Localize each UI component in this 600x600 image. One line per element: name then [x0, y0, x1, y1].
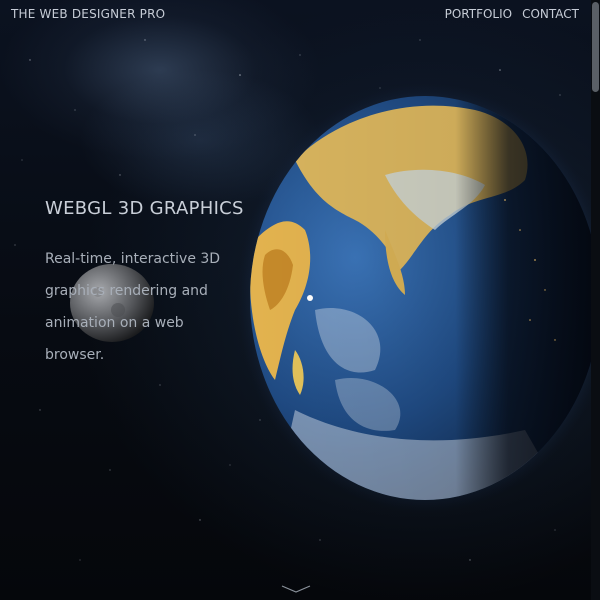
earth-illustration — [237, 83, 600, 513]
site-brand[interactable]: THE WEB DESIGNER PRO — [11, 7, 165, 21]
earth-globe — [235, 80, 600, 520]
scrollbar-thumb[interactable] — [592, 2, 599, 92]
main-nav: PORTFOLIO CONTACT — [445, 7, 579, 21]
chevron-down-icon[interactable] — [280, 584, 312, 594]
hero-title: WEBGL 3D GRAPHICS — [45, 198, 244, 219]
page-scrollbar[interactable] — [591, 0, 600, 600]
nav-contact-link[interactable]: CONTACT — [522, 7, 579, 21]
hero-page: THE WEB DESIGNER PRO PORTFOLIO CONTACT W… — [0, 0, 600, 600]
hero-description: Real-time, interactive 3D graphics rende… — [45, 251, 221, 363]
nav-portfolio-link[interactable]: PORTFOLIO — [445, 7, 513, 21]
